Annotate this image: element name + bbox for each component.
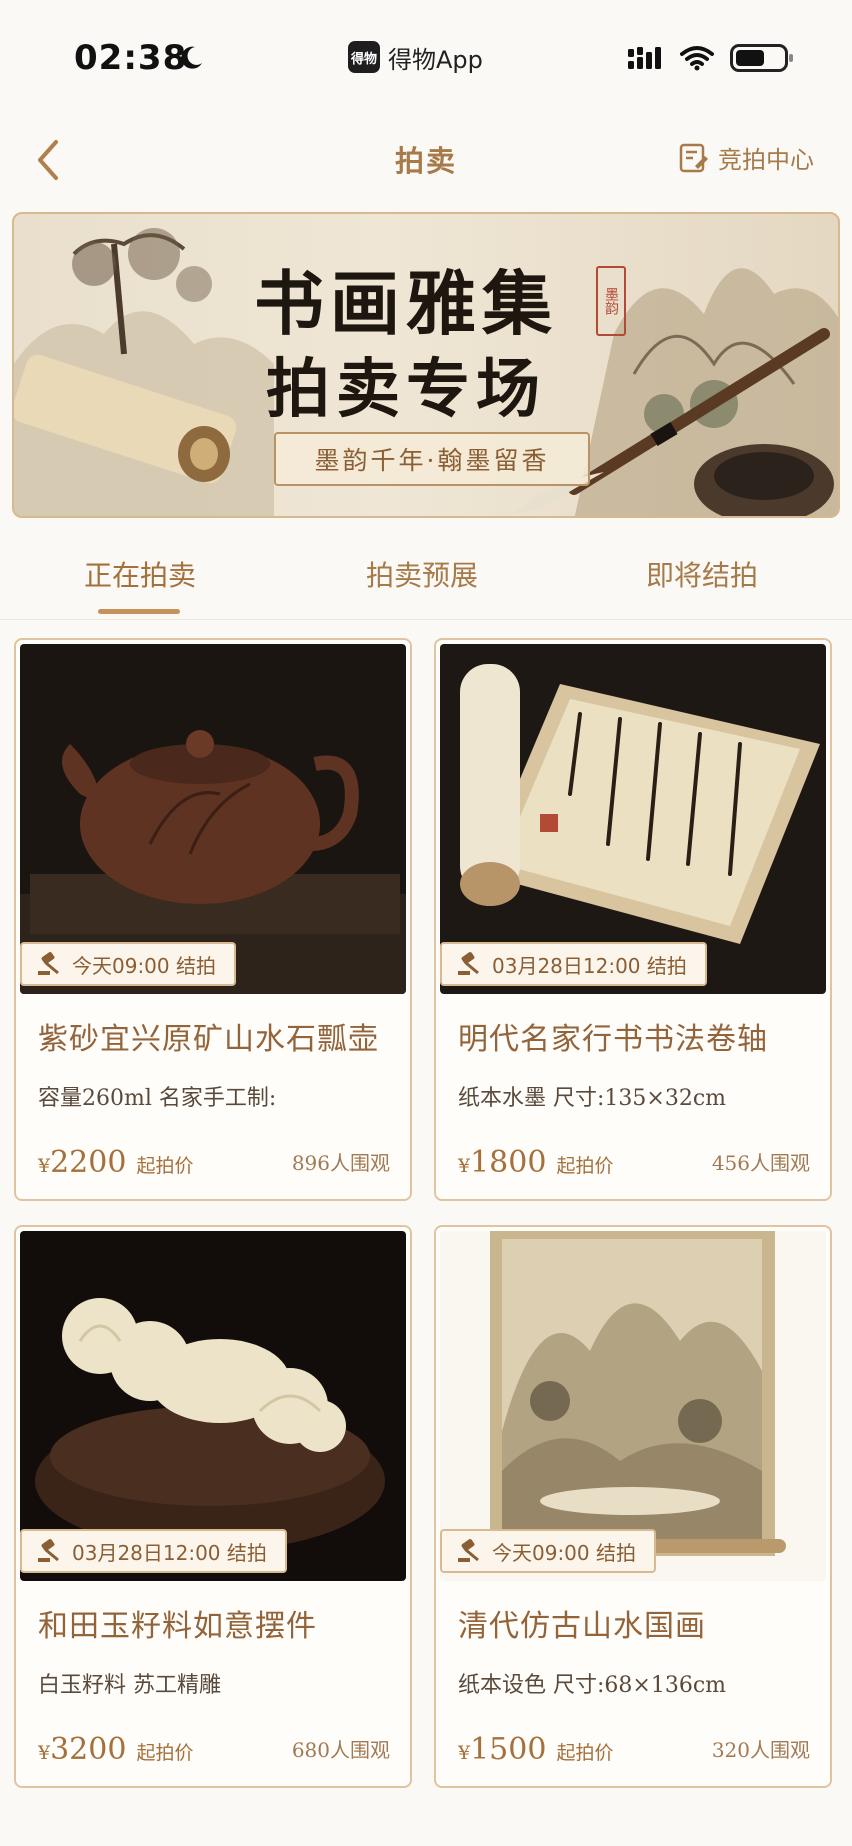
item-title: 紫砂宜兴原矿山水石瓢壶 bbox=[38, 1022, 379, 1057]
price-label: 起拍价 bbox=[136, 1742, 194, 1764]
app-indicator: 得物 得物App bbox=[348, 38, 483, 76]
deadline-badge: 03月28日12:00 结拍 bbox=[440, 942, 707, 986]
currency-symbol: ¥ bbox=[38, 1742, 51, 1764]
system-icons bbox=[628, 44, 793, 72]
watcher-count: 896人围观 bbox=[291, 1151, 390, 1175]
item-title: 清代仿古山水国画 bbox=[458, 1609, 706, 1644]
starting-price: ¥2200 起拍价 bbox=[38, 1145, 193, 1180]
gavel-icon bbox=[458, 952, 479, 975]
auction-card-calligraphy[interactable]: 03月28日12:00 结拍 明代名家行书书法卷轴 纸本水墨 尺寸:135×32… bbox=[434, 638, 832, 1201]
price-row: ¥1800 起拍价 456人围观 bbox=[458, 1140, 810, 1180]
deadline-badge: 今天09:00 结拍 bbox=[20, 942, 236, 986]
currency-symbol: ¥ bbox=[458, 1155, 471, 1177]
status-time: 02:38 bbox=[74, 38, 188, 78]
price-row: ¥2200 起拍价 896人围观 bbox=[38, 1140, 390, 1180]
gavel-icon bbox=[38, 1539, 59, 1562]
deadline-text: 今天09:00 结拍 bbox=[492, 1540, 636, 1565]
auction-card-landscape-painting[interactable]: 今天09:00 结拍 清代仿古山水国画 纸本设色 尺寸:68×136cm ¥15… bbox=[434, 1225, 832, 1788]
price-value: 1800 bbox=[470, 1145, 547, 1180]
currency-symbol: ¥ bbox=[458, 1742, 471, 1764]
gavel-icon bbox=[458, 1539, 479, 1562]
item-desc: 纸本水墨 尺寸:135×32cm bbox=[458, 1086, 727, 1111]
banner-title-line2: 拍卖专场 bbox=[266, 352, 546, 427]
status-bar: 02:38 得物 得物App bbox=[0, 0, 852, 118]
auction-card-teapot[interactable]: 今天09:00 结拍 紫砂宜兴原矿山水石瓢壶 容量260ml 名家手工制: ¥2… bbox=[14, 638, 412, 1201]
tab-live-auction[interactable]: 正在拍卖 bbox=[84, 554, 196, 594]
gavel-icon bbox=[38, 952, 59, 975]
auction-center-label: 竞拍中心 bbox=[718, 146, 814, 174]
watcher-count: 456人围观 bbox=[711, 1151, 810, 1175]
starting-price: ¥1800 起拍价 bbox=[458, 1145, 613, 1180]
auction-center-button[interactable]: 竞拍中心 bbox=[678, 140, 814, 175]
price-value: 2200 bbox=[50, 1145, 127, 1180]
deadline-text: 03月28日12:00 结拍 bbox=[72, 1540, 267, 1565]
starting-price: ¥3200 起拍价 bbox=[38, 1732, 193, 1767]
promo-banner[interactable]: 书画雅集 拍卖专场 墨韵 墨韵千年·翰墨留香 bbox=[12, 212, 840, 518]
tab-active-indicator bbox=[98, 609, 180, 614]
item-desc: 纸本设色 尺寸:68×136cm bbox=[458, 1673, 727, 1698]
app-logo: 得物 bbox=[348, 41, 380, 73]
banner-slogan: 墨韵千年·翰墨留香 bbox=[274, 432, 590, 486]
watcher-count: 680人围观 bbox=[291, 1738, 390, 1762]
deadline-badge: 03月28日12:00 结拍 bbox=[20, 1529, 287, 1573]
tab-preview[interactable]: 拍卖预展 bbox=[366, 554, 478, 594]
deadline-badge: 今天09:00 结拍 bbox=[440, 1529, 656, 1573]
tab-ending-soon[interactable]: 即将结拍 bbox=[646, 554, 758, 594]
app-name: 得物App bbox=[388, 45, 483, 74]
moon-icon bbox=[181, 46, 202, 69]
price-value: 1500 bbox=[470, 1732, 547, 1767]
item-title: 和田玉籽料如意摆件 bbox=[38, 1609, 317, 1644]
battery-icon bbox=[730, 44, 793, 72]
item-desc: 容量260ml 名家手工制: bbox=[38, 1086, 277, 1111]
auction-card-jade[interactable]: 03月28日12:00 结拍 和田玉籽料如意摆件 白玉籽料 苏工精雕 ¥3200… bbox=[14, 1225, 412, 1788]
item-desc: 白玉籽料 苏工精雕 bbox=[38, 1673, 221, 1698]
deadline-text: 03月28日12:00 结拍 bbox=[492, 953, 687, 978]
price-row: ¥3200 起拍价 680人围观 bbox=[38, 1727, 390, 1767]
price-label: 起拍价 bbox=[556, 1742, 614, 1764]
deadline-text: 今天09:00 结拍 bbox=[72, 953, 216, 978]
starting-price: ¥1500 起拍价 bbox=[458, 1732, 613, 1767]
nav-bar: 拍卖 竞拍中心 bbox=[0, 118, 852, 214]
currency-symbol: ¥ bbox=[38, 1155, 51, 1177]
price-label: 起拍价 bbox=[556, 1155, 614, 1177]
wifi-icon bbox=[680, 46, 714, 71]
price-label: 起拍价 bbox=[136, 1155, 194, 1177]
tab-bar: 正在拍卖 拍卖预展 即将结拍 bbox=[0, 520, 852, 620]
price-row: ¥1500 起拍价 320人围观 bbox=[458, 1727, 810, 1767]
price-value: 3200 bbox=[50, 1732, 127, 1767]
banner-seal: 墨韵 bbox=[596, 266, 626, 336]
watcher-count: 320人围观 bbox=[711, 1738, 810, 1762]
item-title: 明代名家行书书法卷轴 bbox=[458, 1022, 768, 1057]
banner-title-line1: 书画雅集 bbox=[254, 262, 558, 345]
bid-list-icon bbox=[679, 143, 708, 172]
signal-icon bbox=[628, 47, 661, 69]
